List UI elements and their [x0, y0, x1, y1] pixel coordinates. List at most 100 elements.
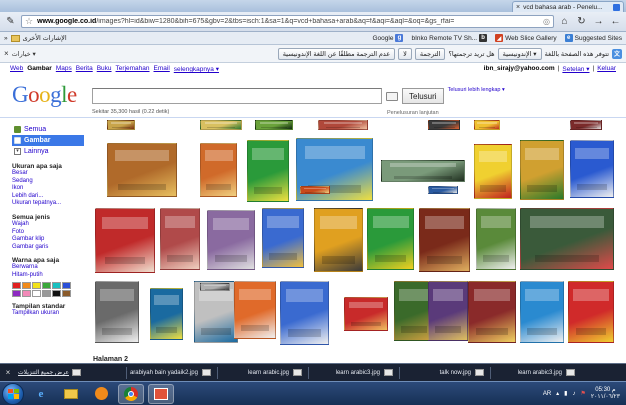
search-input[interactable] [92, 88, 382, 104]
image-result-thumbnail[interactable] [474, 120, 500, 130]
color-swatch[interactable] [12, 281, 21, 289]
image-result-thumbnail[interactable] [476, 208, 516, 270]
gbar-link-images[interactable]: Gambar [27, 65, 52, 73]
download-item[interactable]: arabiyah bain yadaik2.jpg [127, 369, 217, 376]
network-icon[interactable]: ▮ [564, 390, 567, 397]
image-result-thumbnail[interactable] [160, 208, 200, 270]
clock[interactable]: 05:30 م ٢٠١١/٠٦/٢٣ [591, 387, 620, 401]
image-result-thumbnail[interactable] [428, 186, 458, 194]
color-bw[interactable]: Hitam-putih [12, 272, 84, 280]
type-lineart[interactable]: Gambar garis [12, 244, 84, 252]
size-large[interactable]: Besar [12, 170, 84, 178]
type-face[interactable]: Wajah [12, 221, 84, 229]
size-medium[interactable]: Sedang [12, 178, 84, 186]
color-swatch[interactable] [32, 289, 41, 297]
color-swatch[interactable] [42, 281, 51, 289]
forward-icon[interactable]: → [592, 15, 605, 28]
image-result-thumbnail[interactable] [95, 281, 139, 343]
ie-icon[interactable]: e [28, 384, 54, 404]
image-result-thumbnail[interactable] [247, 140, 289, 202]
image-result-thumbnail[interactable] [200, 143, 237, 197]
image-result-thumbnail[interactable] [200, 283, 230, 291]
media-player-icon[interactable] [88, 384, 114, 404]
other-bookmarks[interactable]: الإشارات الأخرى [23, 34, 67, 42]
language-indicator[interactable]: AR [543, 391, 551, 397]
image-result-thumbnail[interactable] [367, 208, 414, 270]
explorer-icon[interactable] [58, 384, 84, 404]
close-infobar-icon[interactable]: × [4, 49, 9, 58]
show-all-downloads[interactable]: عرض جميع التنزيلات [16, 369, 126, 376]
size-larger-than[interactable]: Lebih dari... [12, 193, 84, 201]
never-translate-button[interactable]: عدم الترجمة مطلقًا عن اللغة الإندونيسية [277, 47, 396, 60]
color-full[interactable]: Berwarna [12, 264, 84, 272]
color-swatch[interactable] [52, 289, 61, 297]
logout-link[interactable]: Keluar [597, 65, 616, 73]
show-sizes-link[interactable]: Tampilkan ukuran [12, 310, 84, 318]
color-swatch[interactable] [22, 281, 31, 289]
image-result-thumbnail[interactable] [344, 297, 388, 331]
options-dropdown[interactable]: خيارات ▾ [12, 50, 36, 58]
gbar-link-maps[interactable]: Maps [56, 65, 72, 73]
image-result-thumbnail[interactable] [107, 120, 135, 130]
gbar-link-news[interactable]: Berita [76, 65, 93, 73]
settings-link[interactable]: Setelan ▾ [562, 65, 589, 73]
image-result-thumbnail[interactable] [200, 120, 242, 130]
bookmarks-chevron-icon[interactable]: » [4, 35, 8, 42]
bookmark-suggested-sites[interactable]: e Suggested Sites [564, 34, 622, 42]
download-item[interactable]: learn arabic3.jpg [491, 369, 581, 376]
size-icon[interactable]: Ikon [12, 185, 84, 193]
start-button[interactable] [2, 382, 24, 405]
image-result-thumbnail[interactable] [568, 281, 614, 343]
size-exact[interactable]: Ukuran tepatnya... [12, 200, 84, 208]
image-result-thumbnail[interactable] [318, 120, 368, 130]
image-result-thumbnail[interactable] [262, 208, 304, 268]
image-result-thumbnail[interactable] [520, 281, 564, 343]
volume-icon[interactable]: ♪ [572, 391, 575, 397]
nope-button[interactable]: لا [398, 47, 412, 60]
download-item[interactable]: learn arabic3.jpg [309, 369, 399, 376]
translate-options[interactable]: × خيارات ▾ [4, 49, 36, 58]
image-result-thumbnail[interactable] [468, 281, 516, 343]
image-result-thumbnail[interactable] [300, 186, 330, 194]
color-swatch[interactable] [22, 289, 31, 297]
color-swatch[interactable] [32, 281, 41, 289]
download-item[interactable]: talk now.jpg [400, 369, 490, 376]
bookmark-star-icon[interactable]: ☆ [25, 16, 33, 27]
image-result-thumbnail[interactable] [207, 210, 255, 270]
image-result-thumbnail[interactable] [570, 140, 614, 198]
gbar-link-translate[interactable]: Terjemahan [116, 65, 150, 73]
image-result-thumbnail[interactable] [280, 281, 329, 345]
wrench-icon[interactable]: ✎ [4, 15, 17, 28]
image-result-thumbnail[interactable] [150, 288, 183, 340]
image-result-thumbnail[interactable] [428, 281, 468, 341]
image-result-thumbnail[interactable] [428, 120, 460, 130]
download-item[interactable]: learn arabic.jpg [218, 369, 308, 376]
color-swatch[interactable] [62, 281, 71, 289]
search-button[interactable]: Telusuri [402, 88, 444, 104]
tab-close-icon[interactable]: × [516, 4, 520, 11]
image-result-thumbnail[interactable] [314, 208, 363, 272]
gbar-link-email[interactable]: Email [154, 65, 170, 73]
gbar-link-more[interactable]: selengkapnya ▾ [174, 65, 219, 73]
image-result-thumbnail[interactable] [255, 120, 293, 130]
advanced-search-link[interactable]: Telusuri lebih lengkap ▾ [448, 87, 505, 93]
translate-button[interactable]: الترجمة [414, 47, 446, 60]
type-photo[interactable]: Foto [12, 229, 84, 237]
google-logo[interactable]: Google [12, 82, 77, 108]
color-swatch[interactable] [52, 281, 61, 289]
home-icon[interactable]: ⌂ [558, 15, 571, 28]
back-icon[interactable]: ← [609, 15, 622, 28]
chrome-icon[interactable] [118, 383, 144, 404]
page-action-icon[interactable]: ◎ [543, 17, 550, 26]
nav-more[interactable]: ▾ Lainnya [12, 146, 84, 157]
nav-all[interactable]: Semua [12, 124, 84, 135]
image-result-thumbnail[interactable] [95, 208, 155, 273]
reload-icon[interactable]: ↻ [575, 15, 588, 28]
image-result-thumbnail[interactable] [520, 208, 614, 270]
paint-icon[interactable] [148, 383, 174, 404]
flag-icon[interactable]: ⚑ [580, 390, 585, 397]
bookmark-remote-tv[interactable]: bInko Remote TV Sh... b [411, 34, 488, 42]
image-result-thumbnail[interactable] [381, 160, 465, 182]
color-swatch[interactable] [42, 289, 51, 297]
image-result-thumbnail[interactable] [570, 120, 602, 130]
